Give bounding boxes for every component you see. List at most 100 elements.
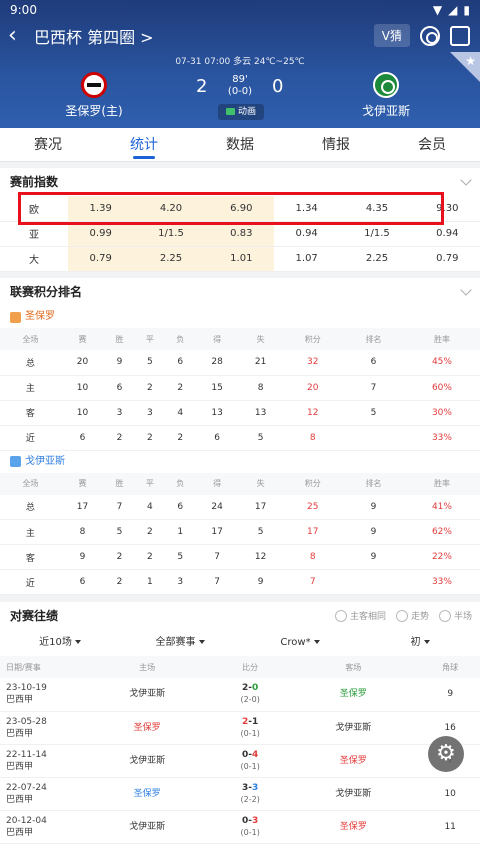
status-time: 9:00 bbox=[10, 3, 37, 17]
match-date-cell: 23-05-28 巴西甲 bbox=[0, 711, 80, 745]
filter-label: Crow* bbox=[280, 637, 311, 648]
column-header: 胜率 bbox=[403, 328, 480, 350]
dropdown-icon bbox=[198, 640, 205, 644]
filter-label: 近10场 bbox=[39, 637, 72, 648]
dropdown-icon bbox=[423, 640, 430, 644]
standings-title[interactable]: 联赛积分排名 bbox=[0, 278, 480, 306]
tab-live[interactable]: 赛况 bbox=[0, 128, 96, 161]
column-header: 平 bbox=[134, 472, 166, 495]
column-header: 负 bbox=[165, 472, 196, 495]
odds-row[interactable]: 大 0.79 2.25 1.01 1.07 2.25 0.79 bbox=[0, 246, 480, 272]
table-cell: 45% bbox=[403, 350, 480, 376]
table-row[interactable]: 23-10-19 巴西甲 戈伊亚斯 2-0 (2-0) 圣保罗 9 bbox=[0, 678, 480, 712]
share-icon[interactable] bbox=[450, 25, 470, 46]
table-cell: 2 bbox=[134, 375, 166, 401]
away-score: 0 bbox=[272, 76, 284, 97]
halftime-score: (0-0) bbox=[227, 86, 253, 97]
score-away: 1 bbox=[252, 716, 259, 727]
option-halftime[interactable]: 半场 bbox=[438, 609, 472, 622]
home-score: 2 bbox=[196, 76, 208, 97]
table-row[interactable]: 20-12-04 巴西甲 戈伊亚斯 0-3 (0-1) 圣保罗 11 bbox=[0, 810, 480, 844]
match-league: 巴西甲 bbox=[6, 761, 34, 772]
table-cell: 10 bbox=[60, 400, 105, 426]
column-header: 积分 bbox=[282, 472, 344, 495]
table-cell: 20 bbox=[60, 350, 105, 376]
back-arrow-icon[interactable]: ‹ bbox=[8, 25, 30, 47]
column-header: 赛 bbox=[60, 328, 105, 350]
home-team[interactable]: 圣保罗(主) bbox=[34, 72, 154, 119]
competition-title[interactable]: 巴西杯 第四圈 > bbox=[34, 24, 154, 48]
vip-guess-button[interactable]: V猜 bbox=[373, 24, 410, 47]
halftime-score: (0-1) bbox=[240, 761, 260, 771]
table-cell: 25 bbox=[282, 494, 344, 520]
target-icon[interactable] bbox=[420, 25, 440, 46]
tab-data[interactable]: 数据 bbox=[192, 128, 288, 161]
match-league: 巴西甲 bbox=[6, 695, 34, 706]
chevron-down-icon[interactable] bbox=[460, 284, 472, 296]
full-score: 2-1 bbox=[214, 716, 286, 728]
signal-icon: ◢ bbox=[448, 3, 458, 17]
match-date: 22-11-14 bbox=[6, 749, 47, 760]
radio-icon bbox=[395, 609, 408, 622]
option-trend[interactable]: 走势 bbox=[395, 609, 429, 622]
dropdown-icon bbox=[74, 640, 81, 644]
match-league: 巴西甲 bbox=[6, 728, 34, 739]
filter-competition[interactable]: 全部赛事 bbox=[120, 630, 240, 656]
match-date: 23-10-19 bbox=[6, 683, 47, 694]
table-cell: 5 bbox=[134, 350, 166, 376]
column-header: 全场 bbox=[0, 328, 61, 350]
standings-team-name: 戈伊亚斯 bbox=[25, 455, 65, 467]
table-row[interactable]: 23-05-28 巴西甲 圣保罗 2-1 (0-1) 戈伊亚斯 16 bbox=[0, 711, 480, 745]
match-date-cell: 22-11-14 巴西甲 bbox=[0, 744, 80, 778]
column-header: 得 bbox=[195, 328, 239, 350]
halftime-score: (2-2) bbox=[240, 794, 260, 804]
option-label: 半场 bbox=[453, 612, 472, 622]
table-cell: 17 bbox=[60, 494, 105, 520]
home-team-cell: 戈伊亚斯 bbox=[80, 678, 215, 712]
table-cell: 41% bbox=[403, 494, 480, 520]
wifi-icon: ▼ bbox=[432, 3, 443, 17]
table-cell: 3 bbox=[104, 400, 135, 426]
odds-value: 1.07 bbox=[273, 246, 340, 272]
table-cell: 8 bbox=[60, 519, 105, 545]
option-label: 主客相同 bbox=[349, 612, 386, 622]
score-cell: 0-3 (0-1) bbox=[214, 810, 287, 844]
chevron-down-icon[interactable] bbox=[460, 174, 472, 186]
full-score: 3-3 bbox=[214, 782, 286, 794]
table-cell: 总 bbox=[0, 350, 61, 376]
filter-recent[interactable]: 近10场 bbox=[0, 630, 120, 656]
table-cell: 17 bbox=[195, 519, 239, 545]
tab-intel[interactable]: 情报 bbox=[288, 128, 384, 161]
score-away: 4 bbox=[252, 749, 259, 760]
column-header: 积分 bbox=[282, 328, 344, 350]
tab-member[interactable]: 会员 bbox=[384, 128, 480, 161]
corner-cell: 10 bbox=[420, 777, 480, 811]
table-cell bbox=[343, 425, 404, 451]
standings-title-text: 联赛积分排名 bbox=[10, 285, 83, 299]
table-cell: 8 bbox=[282, 544, 344, 570]
animation-button[interactable]: 动画 bbox=[218, 104, 264, 120]
table-row[interactable]: 22-11-14巴西甲戈伊亚斯0-4(0-1)圣保罗7 bbox=[0, 744, 480, 778]
standings-section: 联赛积分排名 圣保罗 全场赛胜平负得失积分 排名 胜率总 20 9 5 6 28 21 32 6 45%… bbox=[0, 278, 480, 595]
table-cell: 6 bbox=[60, 425, 105, 451]
gear-icon[interactable]: ⚙ bbox=[428, 736, 464, 772]
match-league: 巴西甲 bbox=[6, 794, 34, 805]
filter-odds-type[interactable]: 初 bbox=[360, 630, 480, 656]
option-same-venue[interactable]: 主客相同 bbox=[334, 609, 386, 622]
column-header: 失 bbox=[238, 472, 283, 495]
filter-bookmaker[interactable]: Crow* bbox=[240, 630, 360, 656]
home-team-cell: 圣保罗 bbox=[80, 777, 215, 811]
table-row[interactable]: 22-07-24 巴西甲 圣保罗 3-3 (2-2) 戈伊亚斯 10 bbox=[0, 777, 480, 811]
column-header: 主场 bbox=[80, 656, 215, 678]
away-team-name: 戈伊亚斯 bbox=[361, 104, 410, 118]
column-header: 胜 bbox=[104, 328, 135, 350]
away-team[interactable]: 戈伊亚斯 bbox=[326, 72, 446, 119]
table-cell: 2 bbox=[134, 425, 166, 451]
tab-stats[interactable]: 统计 bbox=[96, 128, 192, 161]
table-cell: 主 bbox=[0, 375, 61, 401]
table-cell: 6 bbox=[165, 350, 196, 376]
table-cell: 33% bbox=[403, 425, 480, 451]
odds-value: 2.25 bbox=[339, 246, 415, 272]
away-team-cell: 圣保罗 bbox=[286, 744, 421, 778]
score-away: 3 bbox=[252, 782, 259, 793]
